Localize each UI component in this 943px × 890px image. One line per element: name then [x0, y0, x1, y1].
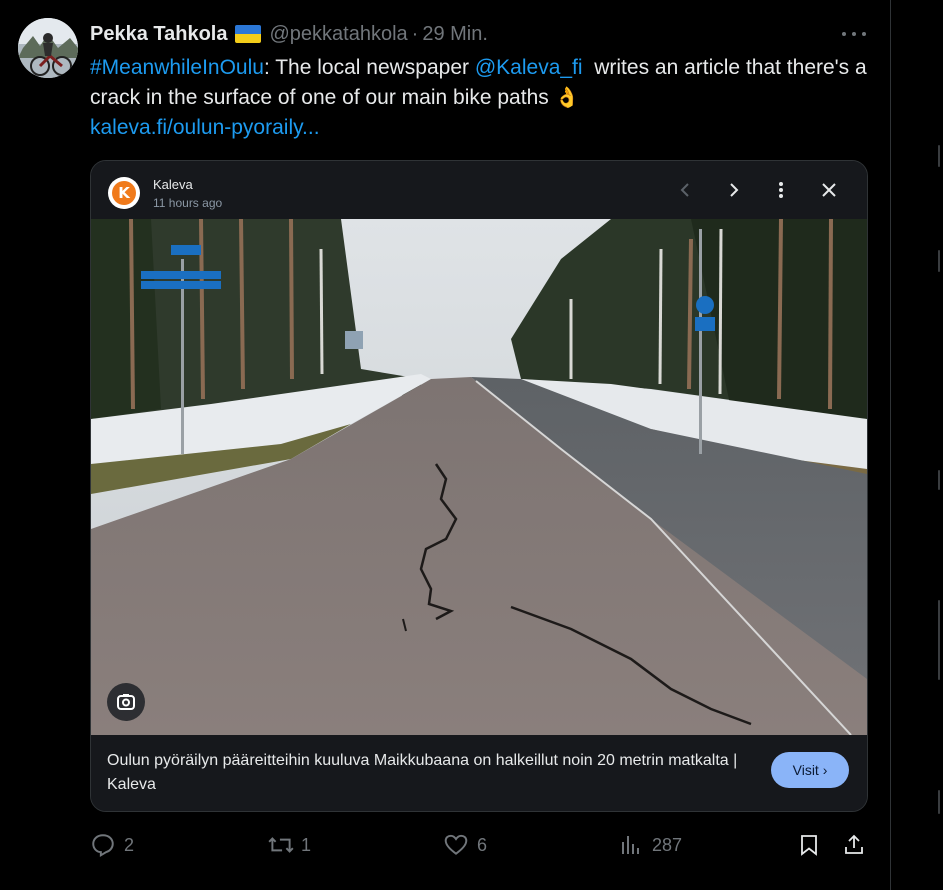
- article-url-link[interactable]: kaleva.fi/oulun-pyoraily...: [90, 116, 320, 139]
- tweet-header: Pekka Tahkola @pekkatahkola · 29 Min.: [90, 20, 488, 48]
- reply-count: 2: [124, 834, 135, 855]
- bookmark-button[interactable]: [797, 828, 821, 862]
- like-count: 6: [477, 834, 488, 855]
- right-panel: [891, 0, 943, 890]
- chevron-left-icon[interactable]: [675, 179, 697, 201]
- card-source-name: Kaleva: [153, 177, 193, 192]
- bookmark-icon: [801, 835, 817, 856]
- separator: ·: [411, 22, 419, 45]
- repost-icon: [268, 837, 294, 853]
- scroll-marker: [938, 600, 940, 680]
- card-header: K Kaleva 11 hours ago: [91, 161, 867, 219]
- hashtag-link[interactable]: #MeanwhileInOulu: [90, 56, 264, 79]
- image-search-lens-icon[interactable]: [107, 683, 145, 721]
- close-icon[interactable]: [818, 179, 840, 201]
- ok-hand-emoji: 👌: [554, 87, 580, 109]
- kaleva-logo: K: [108, 177, 140, 209]
- article-caption[interactable]: Oulun pyöräilyn pääreitteihin kuuluva Ma…: [107, 749, 757, 797]
- chevron-right-icon[interactable]: [722, 179, 744, 201]
- share-button[interactable]: [842, 828, 866, 862]
- scroll-marker: [938, 145, 940, 167]
- reply-icon: [92, 834, 114, 858]
- more-options-icon[interactable]: [842, 26, 866, 42]
- tweet-text: #MeanwhileInOulu: The local newspaper @K…: [90, 53, 870, 143]
- ukraine-flag-icon: [235, 25, 262, 43]
- card-footer: Oulun pyöräilyn pääreitteihin kuuluva Ma…: [91, 735, 867, 811]
- author-name[interactable]: Pekka Tahkola: [90, 23, 227, 46]
- author-handle[interactable]: @pekkatahkola: [269, 23, 407, 46]
- scroll-marker: [938, 250, 940, 272]
- views-chart-icon: [622, 836, 639, 854]
- visit-button[interactable]: Visit ›: [771, 752, 849, 788]
- views-button[interactable]: 287: [620, 828, 682, 862]
- kaleva-logo-letter: K: [112, 181, 136, 205]
- like-button[interactable]: 6: [443, 828, 487, 862]
- view-count: 287: [652, 834, 683, 855]
- repost-count: 1: [301, 834, 312, 855]
- tweet-text-part: : The local newspaper: [263, 56, 475, 79]
- repost-button[interactable]: 1: [267, 828, 311, 862]
- mention-link[interactable]: @Kaleva_fi: [475, 56, 583, 79]
- article-photo[interactable]: [91, 219, 867, 735]
- share-icon: [845, 834, 863, 854]
- link-card[interactable]: K Kaleva 11 hours ago Oulun pyöräilyn pä…: [90, 160, 868, 812]
- heart-icon: [444, 834, 468, 855]
- reply-button[interactable]: 2: [90, 828, 134, 862]
- vertical-more-icon[interactable]: [770, 179, 792, 201]
- tweet-time[interactable]: 29 Min.: [422, 23, 488, 46]
- card-time: 11 hours ago: [153, 196, 223, 210]
- scroll-marker: [938, 790, 940, 814]
- author-avatar[interactable]: [18, 18, 78, 78]
- scroll-marker: [938, 470, 940, 490]
